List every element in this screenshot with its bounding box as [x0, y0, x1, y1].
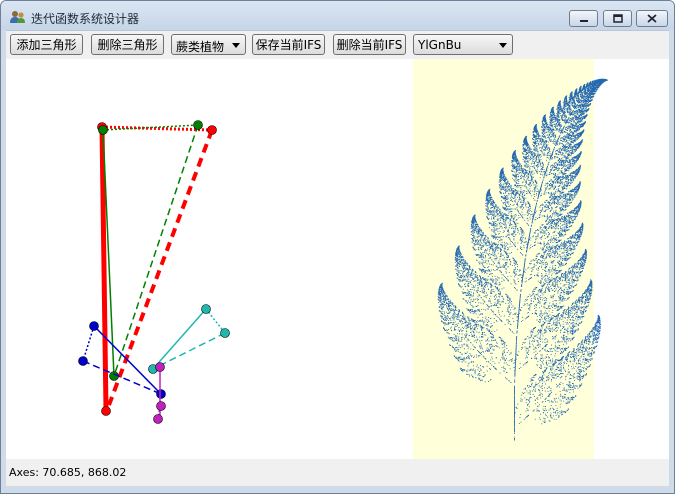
delete-triangle-button[interactable]: 删除三角形: [91, 34, 164, 55]
window-bottom-border: [1, 486, 674, 493]
window-title: 迭代函数系统设计器: [31, 12, 140, 26]
title-bar[interactable]: 迭代函数系统设计器: [1, 1, 674, 30]
triangle-green[interactable]: [98, 120, 203, 381]
axes-coordinates: Axes: 70.685, 868.02: [9, 466, 127, 479]
add-triangle-button[interactable]: 添加三角形: [10, 34, 83, 55]
fractal-view: [413, 59, 608, 459]
drawing-canvas[interactable]: [6, 59, 669, 459]
maximize-button[interactable]: [603, 10, 632, 27]
app-window: 迭代函数系统设计器 添加三角形 删除三角形 蕨类植物 保存当前IFS 删除当前I…: [0, 0, 675, 494]
triangle-blue[interactable]: [78, 321, 166, 399]
chevron-down-icon: [499, 43, 507, 48]
triangle-editor[interactable]: [78, 120, 230, 424]
delete-ifs-button[interactable]: 删除当前IFS: [333, 34, 406, 55]
minimize-button[interactable]: [569, 10, 598, 27]
preset-select[interactable]: 蕨类植物: [171, 34, 246, 55]
status-bar: Axes: 70.685, 868.02: [6, 459, 669, 486]
colormap-select[interactable]: YlGnBu: [413, 34, 513, 55]
users-icon: [10, 11, 25, 23]
save-ifs-button[interactable]: 保存当前IFS: [252, 34, 325, 55]
close-icon: [647, 14, 657, 23]
ifs-plot: [78, 59, 608, 459]
preset-select-value: 蕨类植物: [176, 40, 225, 54]
chevron-down-icon: [232, 43, 240, 48]
colormap-select-value: YlGnBu: [418, 38, 462, 52]
minimize-icon: [579, 19, 588, 22]
maximize-icon: [612, 14, 623, 23]
toolbar: 添加三角形 删除三角形 蕨类植物 保存当前IFS 删除当前IFS YlGnBu: [6, 30, 669, 60]
close-button[interactable]: [636, 10, 668, 27]
